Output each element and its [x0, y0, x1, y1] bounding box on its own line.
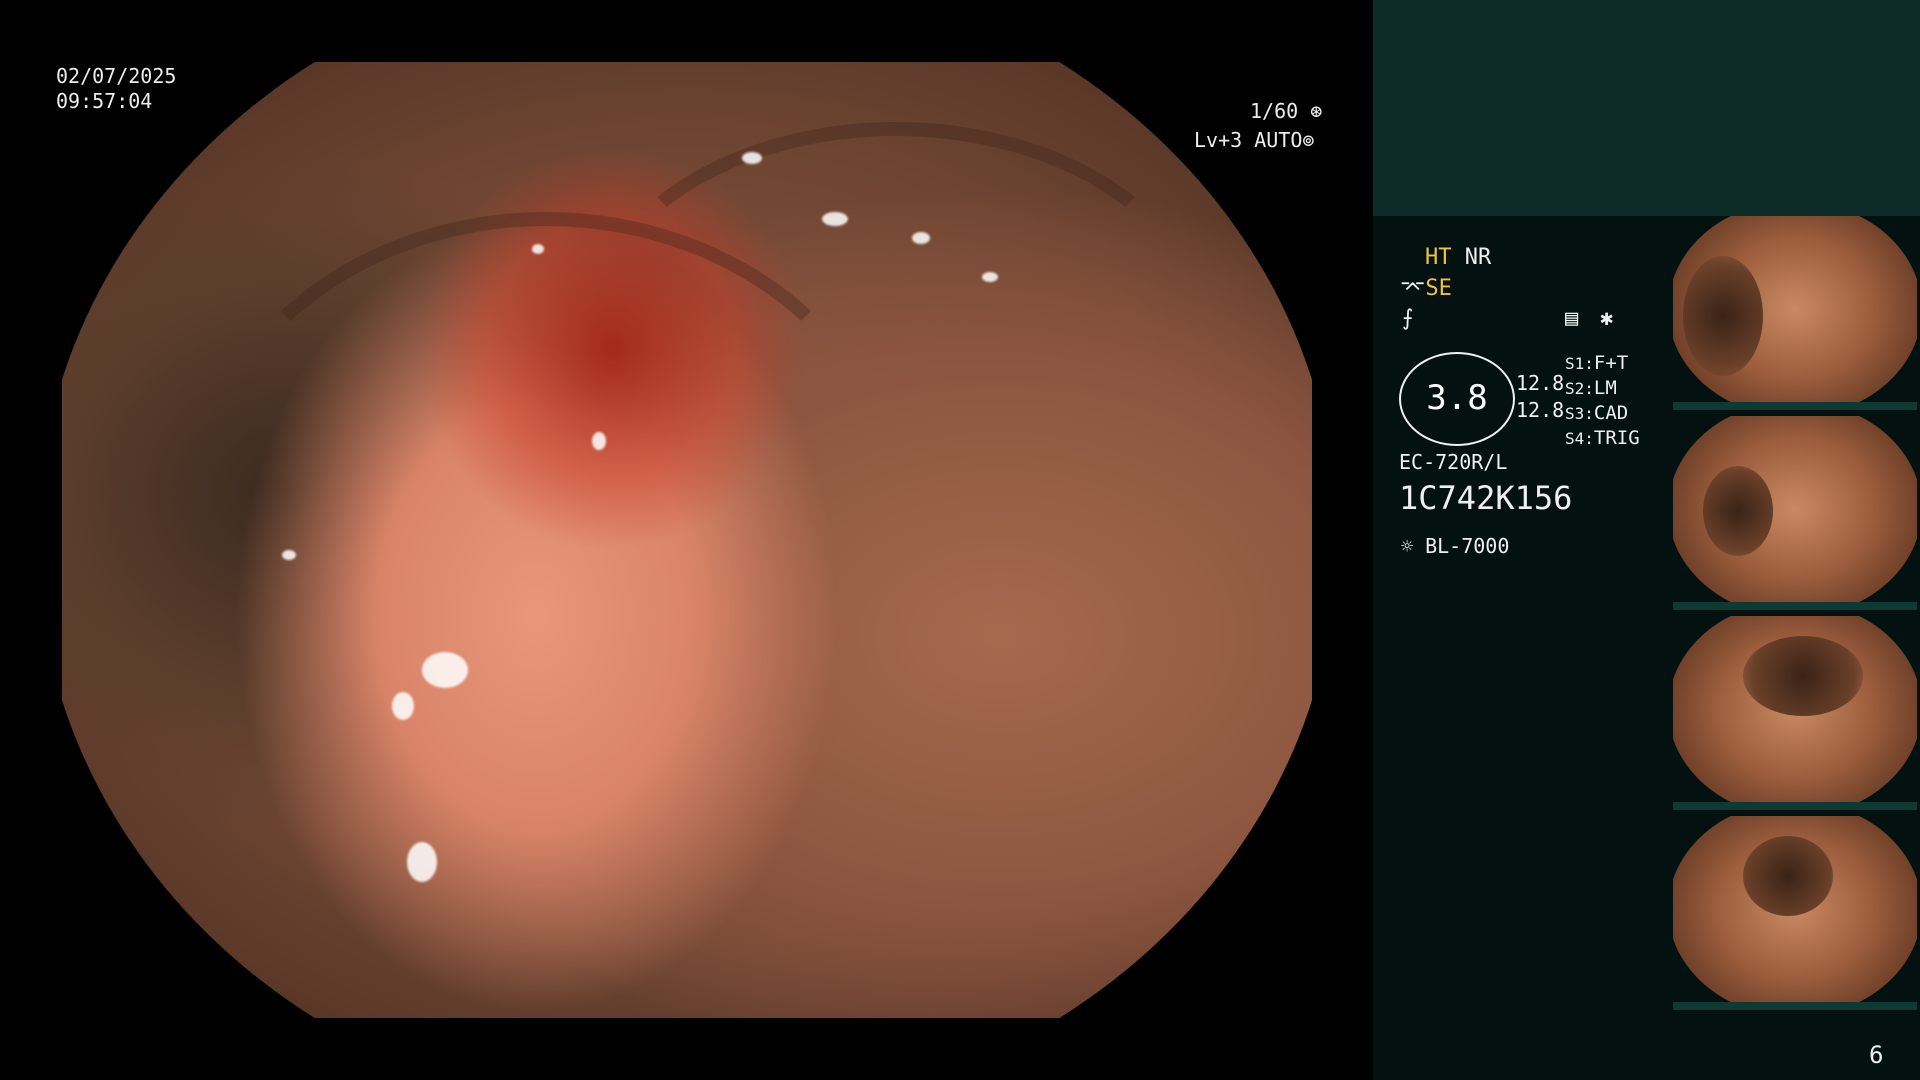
se-status: ⌤SE	[1400, 276, 1452, 302]
switch-key: S1	[1565, 354, 1585, 373]
specular-glare	[742, 152, 762, 164]
panel-header-block	[1373, 0, 1920, 216]
specular-glare	[982, 272, 998, 282]
mucosal-fold	[582, 122, 1210, 550]
lumen-region	[1703, 466, 1773, 556]
switch-row: S3:CAD	[1565, 402, 1629, 424]
specular-glare	[532, 244, 544, 254]
page-number: 6	[1869, 1041, 1884, 1069]
switch-row: S1:F+T	[1565, 352, 1629, 374]
level-value: Lv+3 AUTO	[1194, 128, 1303, 152]
gauge-value: 3.8	[1426, 378, 1488, 418]
switch-row: S4:TRIG	[1565, 427, 1640, 449]
edge-enhance-icon: ⌤	[1400, 276, 1426, 301]
color-curve-icon: ⨍	[1402, 306, 1414, 331]
readout-1: 12.8	[1516, 371, 1565, 395]
switch-value: TRIG	[1593, 427, 1640, 449]
specular-glare	[407, 842, 437, 882]
switch-value: F+T	[1593, 352, 1629, 374]
thumbnail-divider	[1673, 802, 1917, 810]
processing-status: HT NR	[1425, 245, 1491, 271]
date-label: 02/07/2025	[56, 64, 177, 88]
thumbnail-image[interactable]	[1673, 216, 1917, 402]
aperture-icon: ⊛	[1298, 99, 1323, 123]
ht-label: HT	[1425, 245, 1452, 270]
scope-serial: 1C742K156	[1399, 479, 1573, 517]
lumen-region	[1743, 836, 1833, 916]
specular-glare	[912, 232, 930, 244]
thumbnail-image[interactable]	[1673, 416, 1917, 602]
thumbnail-divider	[1673, 1002, 1917, 1010]
thumbnail-image[interactable]	[1673, 816, 1917, 1002]
specular-glare	[392, 692, 414, 720]
specular-glare	[592, 432, 606, 450]
specular-glare	[282, 550, 296, 560]
switch-key: S3	[1565, 404, 1585, 423]
thumbnail-divider	[1673, 402, 1917, 410]
time-label: 09:57:04	[56, 89, 153, 113]
lumen-region	[1743, 636, 1863, 716]
switch-value: LM	[1593, 377, 1617, 399]
endoscope-live-view	[62, 62, 1312, 1018]
lamp-icon: ☼	[1401, 534, 1426, 558]
light-source-label: BL-7000	[1425, 534, 1510, 558]
se-label: SE	[1425, 276, 1452, 301]
thumbnail-divider	[1673, 602, 1917, 610]
shutter-label: 1/60 ⊛	[1250, 99, 1322, 124]
gauge-display: 3.8	[1399, 352, 1515, 446]
specular-glare	[822, 212, 848, 226]
shutter-value: 1/60	[1250, 99, 1299, 123]
scope-model: EC-720R/L	[1399, 450, 1508, 474]
record-icon: ▤	[1565, 306, 1579, 331]
switch-key: S2	[1565, 379, 1585, 398]
switch-key: S4	[1565, 429, 1585, 448]
readout-2: 12.8	[1516, 398, 1565, 422]
thumbnail-image[interactable]	[1673, 616, 1917, 802]
switch-row: S2:LM	[1565, 377, 1617, 399]
specular-glare	[422, 652, 468, 688]
asterisk-icon: ✱	[1600, 306, 1614, 331]
level-label: Lv+3 AUTO⊚	[1194, 128, 1314, 153]
nr-label: NR	[1464, 245, 1492, 270]
iris-icon: ⊚	[1302, 128, 1315, 152]
switch-value: CAD	[1593, 402, 1629, 424]
lumen-region	[1683, 256, 1763, 376]
light-source: ☼ BL-7000	[1401, 533, 1509, 559]
